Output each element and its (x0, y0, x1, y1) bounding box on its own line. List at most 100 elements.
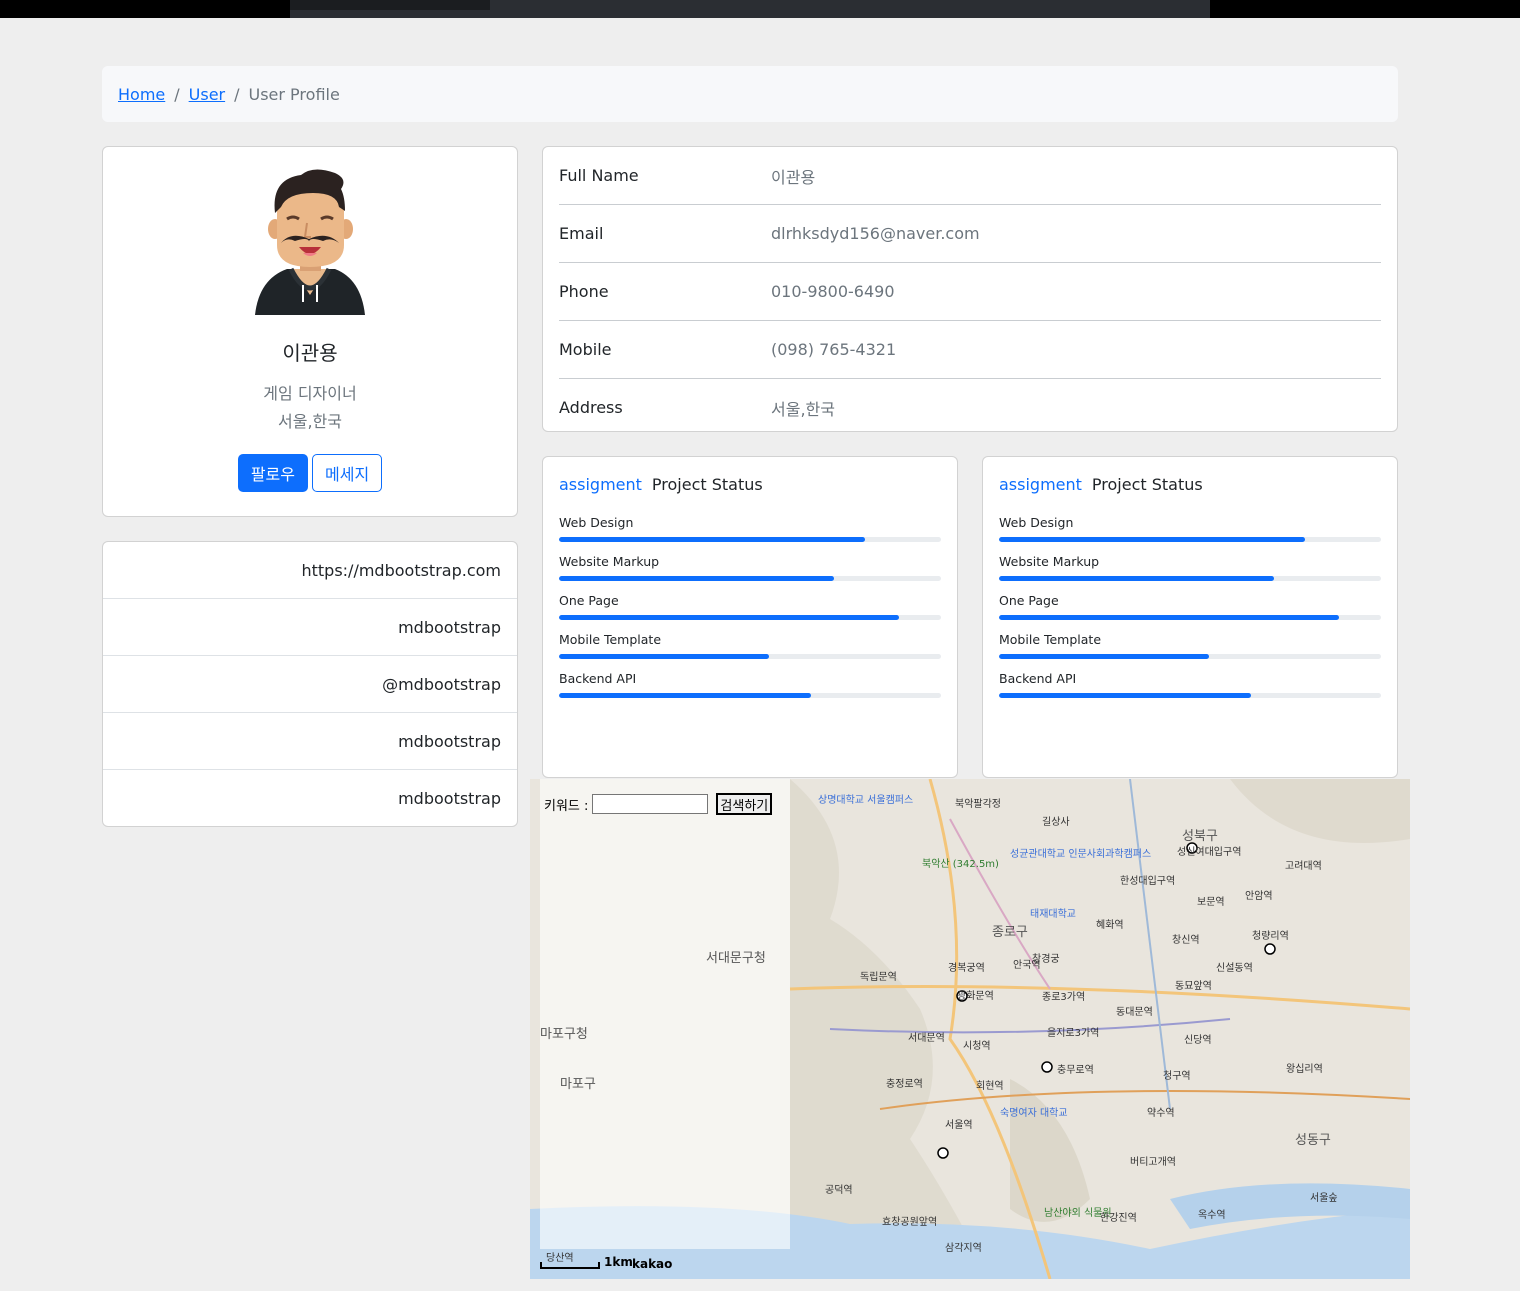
map-place-label: 서울역 (945, 1120, 973, 1131)
progress-item: Mobile Template (559, 632, 941, 659)
top-navbar-segment (290, 0, 490, 10)
profile-card: 이관용 게임 디자이너 서울,한국 팔로우 메세지 (102, 146, 518, 517)
map-place-label: 숙명여자 대학교 (1000, 1108, 1068, 1119)
social-link-twitter[interactable]: @mdbootstrap (103, 656, 517, 713)
breadcrumb-separator: / (234, 84, 240, 104)
progress-item: Mobile Template (999, 632, 1381, 659)
progress-item: One Page (559, 593, 941, 620)
map-place-label: 마포구 (560, 1077, 596, 1092)
map-place-label: 왕십리역 (1286, 1064, 1323, 1075)
map-place-label: 효창공원앞역 (882, 1217, 938, 1228)
progress-bar (999, 654, 1381, 659)
map-place-label: 충정로역 (886, 1079, 923, 1090)
map-scale-label: 1km (604, 1255, 633, 1269)
map-place-label: 종로3가역 (1042, 992, 1086, 1003)
map-place-label: 충무로역 (1057, 1065, 1094, 1076)
progress-bar (999, 537, 1381, 542)
project-status-accent: assigment (999, 475, 1082, 494)
progress-bar (559, 693, 941, 698)
user-info-card: Full Name 이관용 Email dlrhksdyd156@naver.com… (542, 146, 1398, 432)
progress-bar (999, 576, 1381, 581)
info-row-address: Address 서울,한국 (559, 379, 1381, 436)
map-place-label: 한성대입구역 (1120, 876, 1176, 887)
map-place-label: 서울숲 (1310, 1193, 1338, 1204)
info-label: Address (559, 398, 623, 417)
social-link-instagram[interactable]: mdbootstrap (103, 713, 517, 770)
map-place-label: 경복궁역 (948, 963, 985, 974)
info-label: Full Name (559, 166, 639, 185)
progress-bar-fill (559, 693, 812, 698)
map-place-label: 보문역 (1197, 897, 1225, 908)
info-row-fullname: Full Name 이관용 (559, 147, 1381, 204)
project-status-accent: assigment (559, 475, 642, 494)
info-label: Phone (559, 282, 609, 301)
progress-item: Website Markup (559, 554, 941, 581)
map-place-label: 고려대역 (1285, 861, 1322, 872)
progress-label: Website Markup (559, 554, 660, 569)
progress-bar-fill (999, 654, 1210, 659)
map-place-label: 성동구 (1295, 1133, 1331, 1148)
progress-label: Mobile Template (999, 632, 1102, 647)
info-value: dlrhksdyd156@naver.com (771, 224, 980, 243)
info-row-mobile: Mobile (098) 765-4321 (559, 321, 1381, 378)
map-place-label: 북악산 (342.5m) (922, 859, 999, 870)
map-place-label: 북악팔각정 (955, 799, 1001, 810)
info-row-phone: Phone 010-9800-6490 (559, 263, 1381, 320)
social-link-github[interactable]: mdbootstrap (103, 599, 517, 656)
map-search-panel (540, 779, 790, 1249)
progress-label: Website Markup (999, 554, 1100, 569)
progress-item: One Page (999, 593, 1381, 620)
progress-bar-fill (559, 615, 899, 620)
project-status-heading: assigment Project Status (999, 475, 1381, 499)
map-search-input[interactable] (592, 794, 709, 814)
profile-name: 이관용 (282, 341, 338, 365)
progress-label: Web Design (999, 515, 1074, 530)
social-link-facebook[interactable]: mdbootstrap (103, 770, 517, 827)
message-button[interactable]: 메세지 (312, 454, 383, 492)
avatar (255, 169, 365, 315)
progress-bar (999, 693, 1381, 698)
progress-bar-fill (999, 615, 1339, 620)
kakao-map[interactable]: 키워드 : 검색하기 상명대학교 서울캠퍼스 북악팔각정길상사성북구성신여대입구역… (530, 779, 1410, 1279)
map-place-label: 안국역 (1013, 960, 1041, 971)
map-place-label: 길상사 (1042, 817, 1070, 828)
top-navbar-inner (290, 0, 1210, 18)
map-place-label: 약수역 (1147, 1108, 1175, 1119)
map-place-label: 신당역 (1184, 1035, 1212, 1046)
info-row-email: Email dlrhksdyd156@naver.com (559, 205, 1381, 262)
progress-item: Backend API (999, 671, 1381, 698)
map-search-button[interactable]: 검색하기 (716, 793, 773, 815)
map-place-label: 회현역 (976, 1081, 1004, 1092)
map-place-label: 청구역 (1163, 1071, 1191, 1082)
follow-button[interactable]: 팔로우 (237, 454, 308, 492)
info-value: 이관용 (771, 167, 816, 187)
breadcrumb-home-link[interactable]: Home (118, 85, 165, 104)
progress-bar (559, 615, 941, 620)
map-place-label: 성북구 (1182, 829, 1218, 844)
map-place-label: 공덕역 (825, 1185, 853, 1196)
breadcrumb: Home / User / User Profile (102, 66, 1398, 122)
map-place-label: 동묘앞역 (1175, 981, 1212, 992)
map-scale-bar (540, 1262, 600, 1269)
breadcrumb-user-link[interactable]: User (189, 85, 225, 104)
progress-item: Website Markup (999, 554, 1381, 581)
map-place-label: 삼각지역 (945, 1243, 982, 1254)
map-place-label: 한강진역 (1100, 1213, 1137, 1224)
progress-bar-fill (999, 537, 1305, 542)
breadcrumb-current: User Profile (248, 84, 340, 104)
map-place-label: 성신여대입구역 (1177, 847, 1242, 858)
map-place-label: 서대문구청 (706, 951, 766, 966)
map-place-label: 상명대학교 서울캠퍼스 (818, 795, 914, 806)
top-navbar (0, 0, 1520, 18)
map-place-label: 안암역 (1245, 891, 1273, 902)
progress-item: Backend API (559, 671, 941, 698)
progress-bar-fill (999, 576, 1275, 581)
profile-role: 게임 디자이너 (263, 384, 357, 403)
project-status-title: Project Status (651, 475, 763, 494)
map-place-label: 서대문역 (908, 1033, 945, 1044)
info-value: 서울,한국 (771, 399, 835, 419)
map-search-label: 키워드 : (544, 798, 589, 814)
social-links-card: https://mdbootstrap.com mdbootstrap @mdb… (102, 541, 518, 827)
social-link-website[interactable]: https://mdbootstrap.com (103, 542, 517, 599)
progress-label: One Page (999, 593, 1059, 608)
